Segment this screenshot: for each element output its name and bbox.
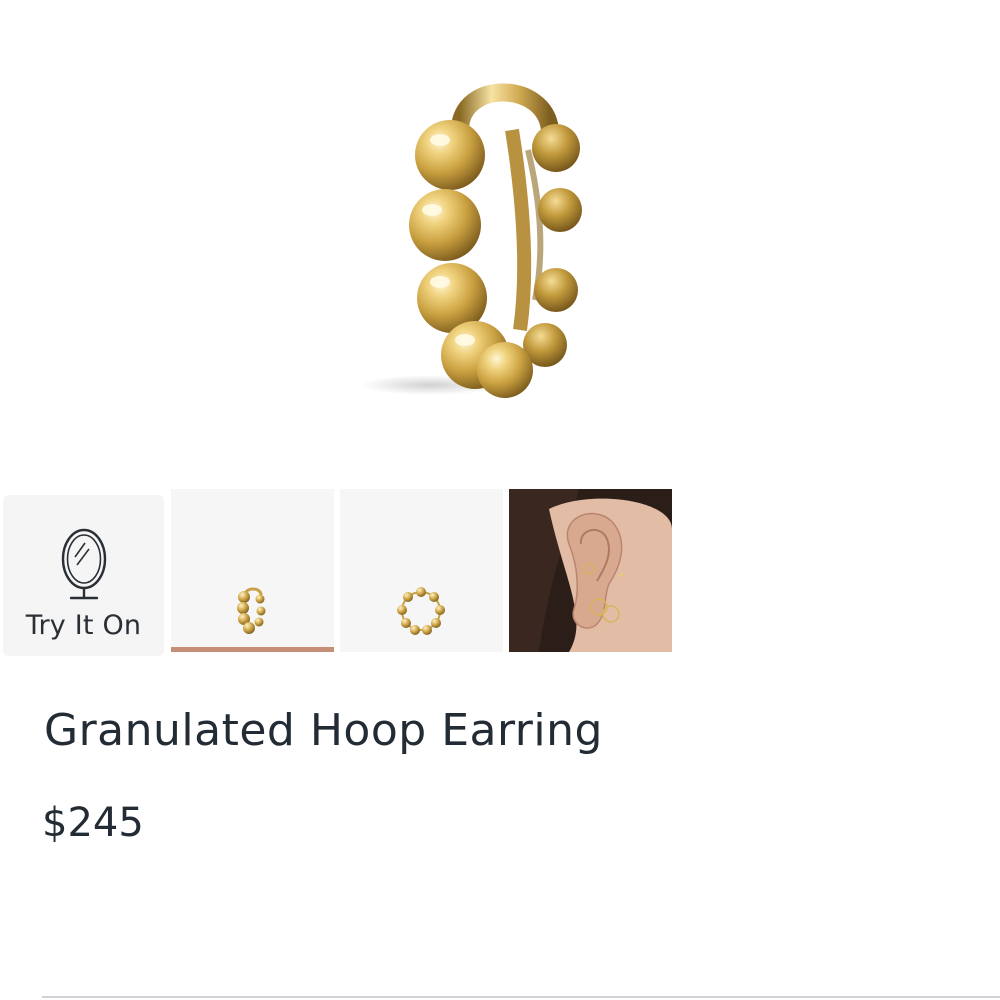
product-price: $245 xyxy=(42,800,144,846)
product-page: Try It On Granulated Hoop Earring $245 xyxy=(0,0,1000,1000)
try-it-on-button[interactable]: Try It On xyxy=(3,495,164,656)
thumbnail-hoop-side[interactable] xyxy=(171,489,334,652)
thumbnail-model-ear[interactable] xyxy=(509,489,672,652)
thumbnail-hoop-front[interactable] xyxy=(340,489,503,652)
mirror-icon xyxy=(59,527,109,609)
selected-indicator xyxy=(171,647,334,652)
try-it-on-label: Try It On xyxy=(25,610,142,641)
divider xyxy=(42,996,1000,998)
product-title: Granulated Hoop Earring xyxy=(44,705,603,756)
main-product-image xyxy=(0,0,1000,475)
